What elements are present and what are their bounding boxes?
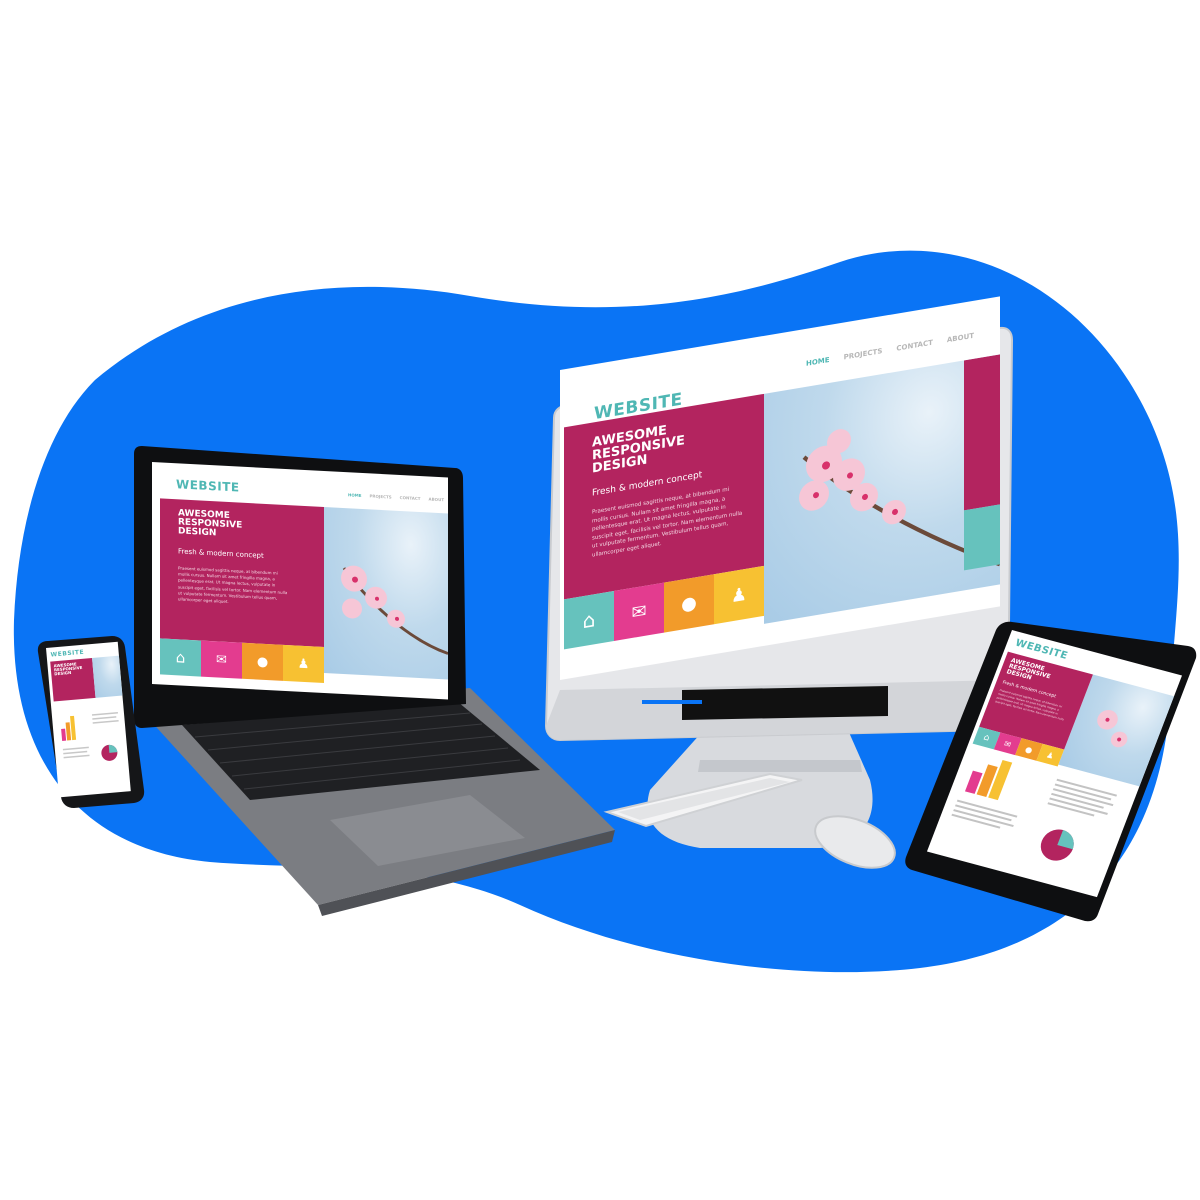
person-icon: ♟ bbox=[1045, 750, 1056, 761]
hero-tagline: Fresh & modern concept bbox=[178, 547, 264, 560]
tile-globe[interactable]: ● bbox=[242, 642, 283, 681]
monitor-chin-dark bbox=[682, 686, 888, 720]
mail-icon: ✉ bbox=[1002, 738, 1013, 749]
hero-headline: AWESOME RESPONSIVE DESIGN bbox=[53, 661, 83, 677]
hero-headline: AWESOME RESPONSIVE DESIGN bbox=[178, 508, 242, 539]
person-icon: ♟ bbox=[297, 656, 310, 672]
globe-icon: ● bbox=[256, 653, 269, 670]
hero-body: Praesent euismod sagittis neque, at bibe… bbox=[994, 689, 1068, 722]
site-nav: HOME PROJECTS CONTACT ABOUT bbox=[348, 492, 444, 502]
nav-contact[interactable]: CONTACT bbox=[896, 339, 933, 353]
nav-projects[interactable]: PROJECTS bbox=[369, 493, 391, 499]
blossom-image bbox=[341, 565, 448, 655]
home-icon: ⌂ bbox=[175, 648, 186, 667]
nav-projects[interactable]: PROJECTS bbox=[844, 347, 883, 361]
nav-home[interactable]: HOME bbox=[348, 492, 361, 498]
phone-lower-content bbox=[61, 711, 119, 761]
hero-photo bbox=[764, 354, 1000, 624]
nav-contact[interactable]: CONTACT bbox=[400, 495, 421, 501]
hero-panel: AWESOME RESPONSIVE DESIGN bbox=[50, 658, 96, 702]
mail-icon: ✉ bbox=[216, 651, 227, 668]
tile-home[interactable]: ⌂ bbox=[160, 638, 201, 677]
home-icon: ⌂ bbox=[981, 732, 992, 744]
tile-mail[interactable]: ✉ bbox=[614, 582, 664, 641]
photo-teal-block bbox=[964, 504, 1000, 571]
hero-panel: AWESOME RESPONSIVE DESIGN Fresh & modern… bbox=[160, 498, 324, 648]
nav-about[interactable]: ABOUT bbox=[429, 496, 445, 502]
tile-person[interactable]: ♟ bbox=[283, 644, 324, 684]
hero-headline: AWESOME RESPONSIVE DESIGN bbox=[1005, 657, 1053, 686]
hero-panel: AWESOME RESPONSIVE DESIGN Fresh & modern… bbox=[564, 393, 764, 600]
tile-person[interactable]: ♟ bbox=[714, 565, 764, 625]
pie-icon bbox=[101, 744, 118, 761]
site-brand[interactable]: WEBSITE bbox=[50, 649, 84, 659]
tile-home[interactable]: ⌂ bbox=[564, 590, 614, 650]
hero-body: Praesent euismod sagittis neque, at bibe… bbox=[178, 565, 287, 608]
nav-about[interactable]: ABOUT bbox=[947, 332, 974, 345]
hero-photo bbox=[92, 655, 123, 698]
icon-tiles: ⌂ ✉ ● ♟ bbox=[160, 638, 324, 684]
phone-screen: WEBSITE AWESOME RESPONSIVE DESIGN bbox=[46, 641, 131, 798]
hero-photo bbox=[324, 507, 448, 680]
site-brand[interactable]: WEBSITE bbox=[176, 477, 240, 494]
mail-icon: ✉ bbox=[631, 600, 647, 624]
home-icon: ⌂ bbox=[582, 607, 596, 634]
laptop-screen: WEBSITE HOME PROJECTS CONTACT ABOUT AWES… bbox=[152, 462, 448, 700]
pie-icon bbox=[1040, 829, 1074, 861]
tile-globe[interactable]: ● bbox=[664, 574, 714, 633]
person-icon: ♟ bbox=[730, 583, 748, 607]
photo-stripe bbox=[964, 354, 1000, 511]
tile-mail[interactable]: ✉ bbox=[201, 640, 242, 679]
nav-home[interactable]: HOME bbox=[806, 356, 830, 368]
hero-headline: AWESOME RESPONSIVE DESIGN bbox=[592, 421, 685, 477]
globe-icon: ● bbox=[1023, 744, 1034, 755]
globe-icon: ● bbox=[681, 591, 697, 616]
headline-line-3: DESIGN bbox=[54, 669, 72, 677]
hero-body: Praesent euismod sagittis neque, at bibe… bbox=[592, 483, 742, 559]
